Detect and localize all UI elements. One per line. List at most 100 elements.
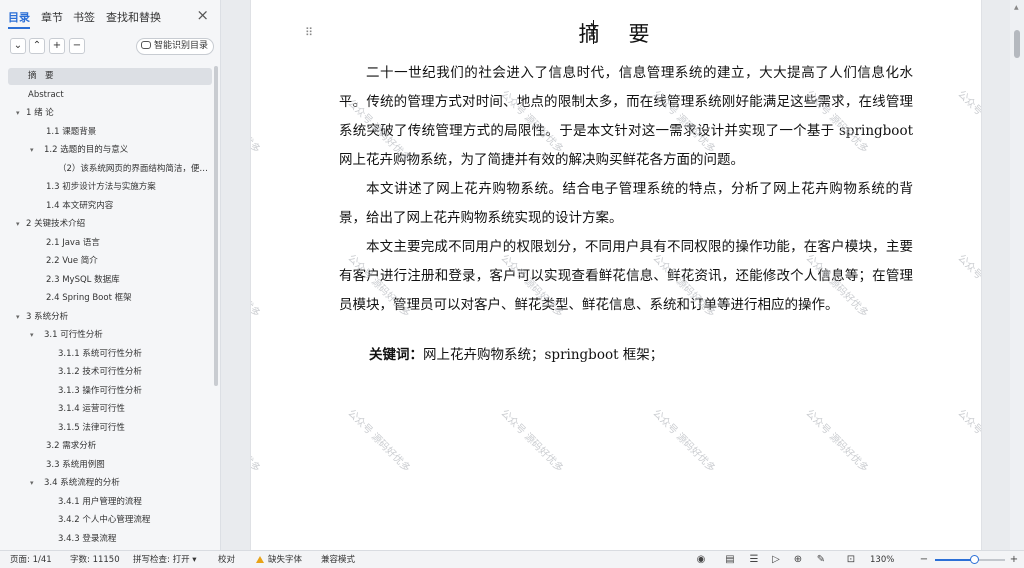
keywords-label: 关键词：: [369, 347, 423, 363]
outline-tree: 摘 要 Abstract ▾ 1 绪 论 1.1 课题背景 ▾ 1.2 选题的目的与意义 （2…: [0, 66, 213, 550]
outline-item[interactable]: 1.4 本文研究内容: [8, 198, 212, 215]
watermark-text: 公众号 源码好优多: [250, 89, 262, 156]
outline-item[interactable]: 2.2 Vue 简介: [8, 253, 212, 270]
wps-writer-window: 目录 章节 书签 查找和替换 × ⌄ ⌃ + − 智能识别目录 摘 要 Abstr…: [0, 0, 1024, 568]
outline-item-label: 3.1.5 法律可行性: [58, 422, 125, 433]
watermark-text: 公众号 源码好优多: [955, 252, 982, 320]
outline-item-label: 3.3 系统用例图: [46, 459, 105, 470]
keywords-value: 网上花卉购物系统；springboot 框架；: [423, 347, 664, 363]
zoom-out-icon[interactable]: −: [918, 554, 930, 566]
outline-item-label: 2 关键技术介绍: [26, 219, 86, 229]
outline-item-label: 1.1 课题背景: [46, 126, 97, 137]
smart-toc-label: 智能识别目录: [153, 41, 208, 51]
outline-item[interactable]: ▾ 3.4 系统流程的分析: [8, 475, 212, 492]
watermark-text: 公众号 源码好优多: [803, 407, 870, 475]
outline-item[interactable]: Abstract: [8, 87, 212, 104]
outline-item-label: 3.1.2 技术可行性分析: [58, 367, 142, 377]
outline-item[interactable]: ▾ 3 系统分析: [8, 309, 212, 326]
outline-item[interactable]: （2）该系统网页的界面结构简洁，便…: [8, 161, 212, 178]
outline-item[interactable]: 2.3 MySQL 数据库: [8, 272, 212, 289]
robot-icon: [140, 41, 151, 49]
watermark-text: 公众号 源码好优多: [955, 407, 982, 475]
globe-icon[interactable]: ⊕: [792, 554, 804, 566]
outline-item[interactable]: 3.2 需求分析: [8, 438, 212, 455]
active-tab-indicator: [8, 27, 30, 29]
outline-item[interactable]: 1.1 课题背景: [8, 124, 212, 141]
zoom-in-icon[interactable]: +: [1008, 554, 1020, 566]
eye-icon[interactable]: ◉: [695, 554, 707, 566]
outline-item[interactable]: 3.4.3 登录流程: [8, 531, 212, 548]
fit-icon[interactable]: ⊡: [845, 554, 857, 566]
outline-item-label: 3.2 需求分析: [46, 441, 97, 451]
play-icon[interactable]: ▷: [770, 554, 782, 566]
outline-item-label: 3.1.3 操作可行性分析: [58, 385, 142, 396]
warning-icon: [256, 556, 264, 563]
outline-item-label: （2）该系统网页的界面结构简洁，便…: [58, 163, 208, 174]
spell-check-toggle[interactable]: 拼写检查: 打开 ▾: [133, 551, 197, 568]
outline-item[interactable]: 摘 要: [8, 68, 212, 85]
proofread-button[interactable]: 校对: [218, 551, 235, 568]
missing-font-label: 缺失字体: [268, 555, 303, 565]
outline-item[interactable]: 3.1.3 操作可行性分析: [8, 383, 212, 400]
outline-item-label: 3.1.4 运营可行性: [58, 404, 125, 414]
expand-caret-icon[interactable]: ▾: [30, 327, 34, 344]
watermark-text: 公众号 源码好优多: [345, 407, 412, 475]
outline-item[interactable]: ▾ 1.2 选题的目的与意义: [8, 142, 212, 159]
document-page[interactable]: ⠿ 摘 要 二十一世纪我们的社会进入了信息时代，信息管理系统的建立，大大提高了人…: [250, 0, 982, 550]
collapse-button[interactable]: ⌄: [10, 38, 26, 54]
expand-caret-icon[interactable]: ▾: [30, 142, 34, 159]
zoom-slider-fill: [935, 559, 974, 561]
word-count[interactable]: 字数: 11150: [70, 551, 120, 568]
document-area: ⠿ 摘 要 二十一世纪我们的社会进入了信息时代，信息管理系统的建立，大大提高了人…: [222, 0, 1010, 550]
zoom-level[interactable]: 130%: [870, 551, 894, 568]
expand-button[interactable]: ⌃: [29, 38, 45, 54]
pen-icon[interactable]: ✎: [815, 554, 827, 566]
outline-item-label: 3.4 系统流程的分析: [44, 478, 120, 488]
outline-item[interactable]: 2.4 Spring Boot 框架: [8, 290, 212, 307]
zoom-slider-knob[interactable]: [969, 555, 979, 564]
outline-item-label: 1.3 初步设计方法与实施方案: [46, 182, 156, 192]
outline-item[interactable]: ▾ 3.1 可行性分析: [8, 327, 212, 344]
outline-item-label: 2.4 Spring Boot 框架: [46, 293, 132, 303]
outline-item-label: 3 系统分析: [26, 311, 69, 322]
outline-item[interactable]: 3.4.1 用户管理的流程: [8, 494, 212, 511]
missing-font-button[interactable]: 缺失字体: [256, 551, 302, 568]
expand-caret-icon[interactable]: ▾: [16, 309, 20, 326]
page-view-icon[interactable]: ▤: [724, 554, 736, 566]
outline-item[interactable]: 2.1 Java 语言: [8, 235, 212, 252]
list-icon[interactable]: ☰: [748, 554, 760, 566]
zoom-slider[interactable]: [935, 555, 1005, 564]
outline-item-label: 3.4.2 个人中心管理流程: [58, 515, 151, 525]
outline-item[interactable]: 3.1.5 法律可行性: [8, 420, 212, 437]
outline-item-label: 2.2 Vue 简介: [46, 256, 98, 266]
watermark-text: 公众号 源码好优多: [955, 88, 982, 156]
tab-find-replace[interactable]: 查找和替换: [106, 9, 161, 25]
watermark-text: 公众号 源码好优多: [498, 407, 565, 475]
outline-item-label: Abstract: [28, 89, 64, 100]
document-scrollbar[interactable]: ▲: [1010, 0, 1024, 550]
tab-toc[interactable]: 目录: [8, 9, 30, 25]
outline-item[interactable]: 3.1.1 系统可行性分析: [8, 346, 212, 363]
outline-item[interactable]: 3.1.2 技术可行性分析: [8, 364, 212, 381]
outline-item[interactable]: 3.1.4 运营可行性: [8, 401, 212, 418]
scroll-thumb[interactable]: [1014, 30, 1020, 58]
outline-toolbar: ⌄ ⌃ + − 智能识别目录: [8, 38, 214, 56]
outline-item[interactable]: ▾ 1 绪 论: [8, 105, 212, 122]
navigation-pane: 目录 章节 书签 查找和替换 × ⌄ ⌃ + − 智能识别目录 摘 要 Abstr…: [0, 0, 221, 550]
expand-caret-icon[interactable]: ▾: [30, 475, 34, 492]
outline-item[interactable]: 3.3 系统用例图: [8, 457, 212, 474]
page-indicator[interactable]: 页面: 1/41: [10, 551, 52, 568]
close-icon[interactable]: ×: [196, 6, 209, 24]
outline-scrollbar[interactable]: [214, 66, 218, 386]
outline-item[interactable]: ▾ 2 关键技术介绍: [8, 216, 212, 233]
outline-item[interactable]: 3.4.2 个人中心管理流程: [8, 512, 212, 529]
smart-toc-button[interactable]: 智能识别目录: [135, 38, 214, 55]
tab-chapters[interactable]: 章节: [41, 9, 63, 25]
outline-item[interactable]: 1.3 初步设计方法与实施方案: [8, 179, 212, 196]
expand-caret-icon[interactable]: ▾: [16, 105, 20, 122]
expand-caret-icon[interactable]: ▾: [16, 216, 20, 233]
tab-bookmarks[interactable]: 书签: [73, 9, 95, 25]
add-heading-button[interactable]: +: [49, 38, 65, 54]
scroll-up-icon[interactable]: ▲: [1014, 4, 1019, 11]
remove-heading-button[interactable]: −: [69, 38, 85, 54]
